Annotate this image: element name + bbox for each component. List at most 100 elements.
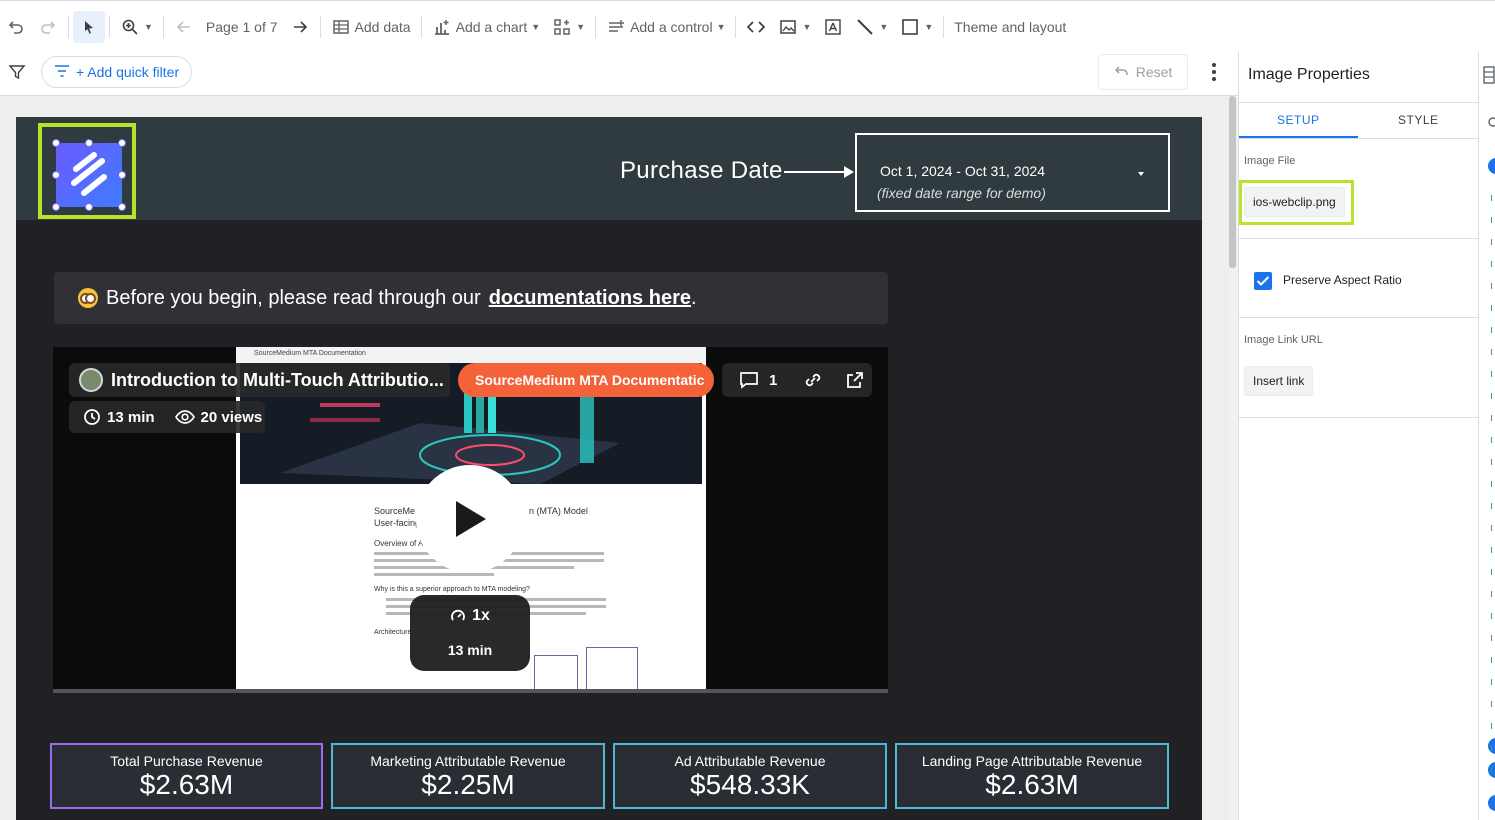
sourcemedium-logo bbox=[56, 143, 122, 207]
date-range-control[interactable]: Oct 1, 2024 - Oct 31, 2024 (fixed date r… bbox=[855, 133, 1170, 212]
more-options-icon[interactable] bbox=[1204, 60, 1224, 84]
filter-bar: + Add quick filter Reset bbox=[0, 52, 1238, 96]
theme-layout-button[interactable]: Theme and layout bbox=[948, 11, 1072, 43]
field-type-marker bbox=[1491, 283, 1495, 289]
next-page-button[interactable] bbox=[284, 11, 316, 43]
undo-button[interactable] bbox=[0, 11, 32, 43]
page-indicator[interactable]: Page 1 of 7 bbox=[200, 11, 284, 43]
kpi-ad-attributable-revenue[interactable]: Ad Attributable Revenue $548.33K bbox=[613, 743, 887, 809]
field-type-marker bbox=[1491, 745, 1495, 751]
kpi-marketing-attributable-revenue[interactable]: Marketing Attributable Revenue $2.25M bbox=[331, 743, 605, 809]
kpi-value: $2.63M bbox=[139, 769, 234, 800]
selected-logo-image[interactable] bbox=[38, 123, 136, 219]
image-icon bbox=[778, 17, 798, 37]
video-actions-pill: 1 bbox=[722, 363, 872, 397]
play-button[interactable] bbox=[416, 465, 524, 573]
blue-add-icon[interactable] bbox=[1488, 158, 1495, 174]
field-type-marker bbox=[1491, 459, 1495, 465]
text-button[interactable] bbox=[817, 11, 849, 43]
field-type-marker bbox=[1491, 371, 1495, 377]
resize-handle[interactable] bbox=[118, 203, 126, 211]
image-button[interactable]: ▼ bbox=[772, 11, 817, 43]
panel-divider bbox=[1239, 417, 1479, 418]
video-title-pill[interactable]: Introduction to Multi-Touch Attributio..… bbox=[69, 363, 450, 397]
data-panel-icon[interactable] bbox=[1483, 66, 1495, 89]
preserve-aspect-checkbox[interactable] bbox=[1254, 272, 1272, 290]
resize-handle[interactable] bbox=[118, 139, 126, 147]
text-box-icon bbox=[823, 17, 843, 37]
arrow-line bbox=[784, 171, 846, 173]
shape-button[interactable]: ▼ bbox=[894, 11, 939, 43]
embedded-video[interactable]: SourceMedium MTA Documentation SourceMe … bbox=[53, 347, 888, 693]
doc-heading-left: SourceMe bbox=[374, 506, 416, 516]
resize-handle[interactable] bbox=[52, 203, 60, 211]
channel-button[interactable]: SourceMedium MTA Documentatic bbox=[458, 363, 714, 397]
add-data-button[interactable]: Add data bbox=[325, 11, 417, 43]
data-panel-strip bbox=[1478, 52, 1495, 820]
embed-url-button[interactable] bbox=[740, 11, 772, 43]
doc-text-line bbox=[374, 573, 494, 576]
playback-speed-pill[interactable]: 1x 13 min bbox=[410, 595, 530, 671]
kpi-total-purchase-revenue[interactable]: Total Purchase Revenue $2.63M bbox=[50, 743, 323, 809]
add-data-icon bbox=[331, 17, 351, 37]
resize-handle[interactable] bbox=[52, 139, 60, 147]
canvas-scroll-thumb[interactable] bbox=[1229, 96, 1236, 268]
speed-row: 1x bbox=[410, 607, 530, 625]
toolbar-divider bbox=[420, 15, 422, 38]
field-type-marker bbox=[1491, 613, 1495, 619]
video-progress-bar[interactable] bbox=[53, 689, 888, 693]
add-control-label: Add a control bbox=[630, 18, 713, 35]
tab-style[interactable]: STYLE bbox=[1398, 113, 1439, 127]
cursor-arrow-icon bbox=[79, 17, 99, 37]
toolbar-divider bbox=[735, 15, 737, 38]
video-views: 20 views bbox=[200, 408, 263, 426]
blue-add-icon[interactable] bbox=[1488, 795, 1495, 811]
zoom-button[interactable]: ▼ bbox=[114, 11, 159, 43]
resize-handle[interactable] bbox=[85, 203, 93, 211]
field-type-marker bbox=[1491, 327, 1495, 333]
previous-page-button[interactable] bbox=[168, 11, 200, 43]
reset-button[interactable]: Reset bbox=[1098, 54, 1188, 90]
tab-setup[interactable]: SETUP bbox=[1277, 113, 1320, 127]
community-viz-button[interactable]: ▼ bbox=[546, 11, 591, 43]
reset-icon bbox=[1114, 64, 1130, 80]
add-quick-filter-button[interactable]: + Add quick filter bbox=[41, 56, 193, 88]
panel-divider bbox=[1239, 317, 1479, 318]
main-toolbar: ▼ Page 1 of 7 Add data Add a chart ▼ ▼ A… bbox=[0, 0, 1495, 52]
resize-handle[interactable] bbox=[118, 171, 126, 179]
search-icon[interactable] bbox=[1487, 116, 1495, 134]
doc-subheading: User-facing bbox=[374, 518, 421, 528]
field-type-marker bbox=[1491, 547, 1495, 553]
open-external-icon[interactable] bbox=[845, 370, 865, 390]
link-icon[interactable] bbox=[803, 370, 823, 390]
select-tool-button[interactable] bbox=[73, 10, 105, 43]
image-link-label: Image Link URL bbox=[1244, 334, 1323, 346]
field-type-marker bbox=[1491, 217, 1495, 223]
field-type-marker bbox=[1491, 569, 1495, 575]
panel-divider bbox=[1239, 238, 1479, 239]
add-chart-icon bbox=[432, 17, 452, 37]
chevron-down-icon: ▼ bbox=[879, 21, 889, 32]
add-control-button[interactable]: Add a control ▼ bbox=[600, 11, 731, 43]
kpi-value: $548.33K bbox=[690, 769, 810, 800]
image-properties-panel: Image Properties SETUP STYLE Image File … bbox=[1238, 52, 1479, 820]
image-file-button[interactable]: ios-webclip.png bbox=[1244, 187, 1345, 217]
date-range-note: (fixed date range for demo) bbox=[877, 185, 1046, 201]
documentation-link[interactable]: documentations here bbox=[489, 287, 691, 310]
line-button[interactable]: ▼ bbox=[849, 11, 894, 43]
resize-handle[interactable] bbox=[85, 139, 93, 147]
comment-icon[interactable] bbox=[739, 370, 759, 390]
resize-handle[interactable] bbox=[52, 171, 60, 179]
field-type-marker bbox=[1491, 591, 1495, 597]
add-chart-button[interactable]: Add a chart ▼ bbox=[426, 11, 547, 43]
video-title: Introduction to Multi-Touch Attributio..… bbox=[111, 369, 444, 390]
image-file-label: Image File bbox=[1244, 155, 1296, 167]
kpi-landing-page-attributable-revenue[interactable]: Landing Page Attributable Revenue $2.63M bbox=[895, 743, 1169, 809]
redo-button[interactable] bbox=[32, 11, 64, 43]
speed-gauge-icon bbox=[451, 609, 465, 621]
insert-link-button[interactable]: Insert link bbox=[1244, 366, 1314, 396]
field-type-marker bbox=[1491, 349, 1495, 355]
filter-icon[interactable] bbox=[8, 63, 26, 86]
line-icon bbox=[855, 17, 875, 37]
report-header: Purchase Date Oct 1, 2024 - Oct 31, 2024… bbox=[16, 117, 1202, 220]
